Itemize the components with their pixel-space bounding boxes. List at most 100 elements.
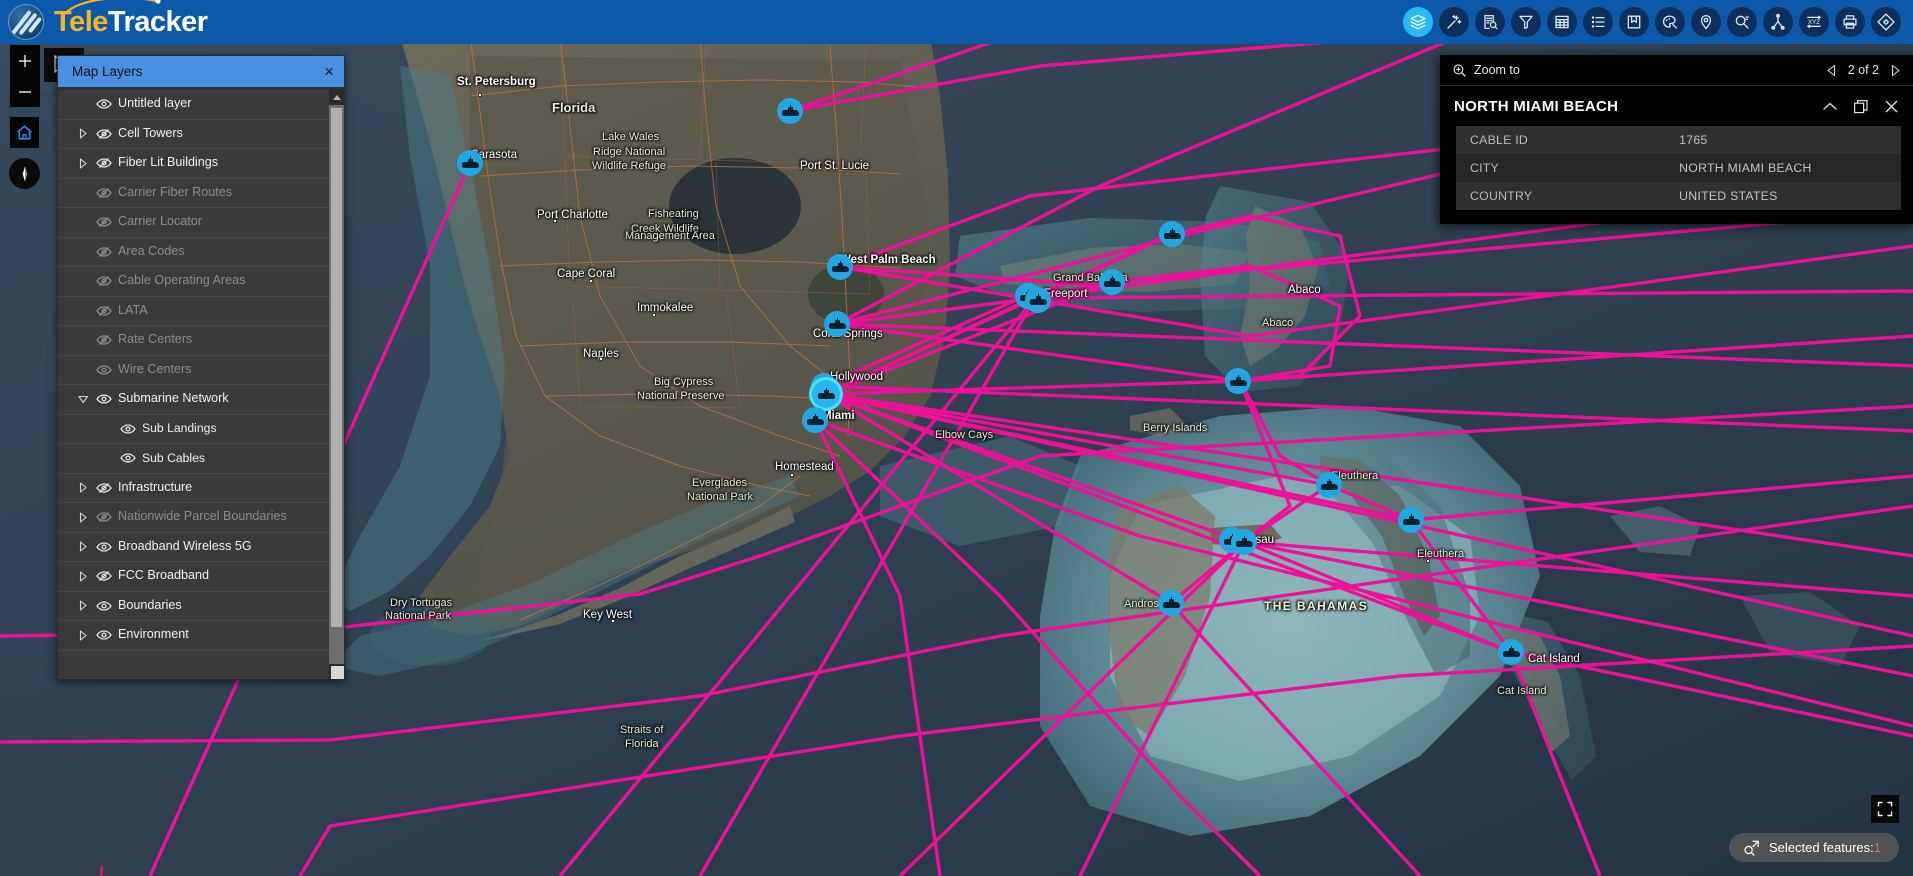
cable-landing-marker[interactable] bbox=[1498, 639, 1524, 665]
cable-landing-marker[interactable] bbox=[1158, 590, 1184, 616]
layer-list-scrollbar[interactable] bbox=[329, 90, 344, 679]
eye-visible-icon[interactable] bbox=[95, 600, 112, 612]
layer-item-sub-cables[interactable]: Sub Cables bbox=[58, 444, 329, 474]
layer-item-fcc-broadband[interactable]: FCC Broadband bbox=[58, 562, 329, 592]
sparkle-icon[interactable] bbox=[1439, 7, 1469, 37]
close-icon[interactable] bbox=[1884, 99, 1899, 114]
layer-expand-caret[interactable] bbox=[78, 541, 89, 552]
xyz-coordinates-icon[interactable]: XYZ bbox=[1799, 7, 1829, 37]
cable-landing-marker[interactable] bbox=[1231, 529, 1257, 555]
compass-button[interactable] bbox=[9, 158, 40, 189]
eye-hidden-icon[interactable] bbox=[95, 128, 112, 140]
layer-item-fiber-lit-buildings[interactable]: Fiber Lit Buildings bbox=[58, 149, 329, 179]
layer-item-infrastructure[interactable]: Infrastructure bbox=[58, 474, 329, 503]
layer-list[interactable]: Untitled layer Cell Towers Fiber Lit Build… bbox=[58, 90, 329, 679]
scroll-up-button[interactable] bbox=[329, 90, 344, 105]
layer-expand-caret[interactable] bbox=[78, 158, 89, 169]
eye-hidden-icon[interactable] bbox=[95, 246, 112, 258]
layer-expand-caret[interactable] bbox=[78, 600, 89, 611]
basemap-icon[interactable] bbox=[1871, 7, 1901, 37]
eye-visible-icon[interactable] bbox=[95, 629, 112, 641]
search-icon[interactable] bbox=[1727, 7, 1757, 37]
bookmark-icon[interactable] bbox=[1619, 7, 1649, 37]
expand-view-button[interactable] bbox=[1871, 795, 1899, 823]
cable-landing-marker[interactable] bbox=[457, 150, 483, 176]
cable-landing-marker[interactable] bbox=[1316, 472, 1342, 498]
eye-hidden-icon[interactable] bbox=[95, 482, 112, 494]
list-icon[interactable] bbox=[1583, 7, 1613, 37]
zoom-to-button[interactable]: Zoom to bbox=[1452, 63, 1520, 78]
next-feature-button[interactable] bbox=[1890, 64, 1901, 77]
eye-hidden-icon[interactable] bbox=[95, 511, 112, 523]
cable-landing-marker[interactable] bbox=[1159, 221, 1185, 247]
layer-item-broadband-wireless-5g[interactable]: Broadband Wireless 5G bbox=[58, 533, 329, 562]
cable-landing-marker[interactable] bbox=[1398, 507, 1424, 533]
cable-landing-marker[interactable] bbox=[824, 311, 850, 337]
brand-logo[interactable]: TeleTracker bbox=[0, 0, 208, 42]
layer-item-rate-centers[interactable]: Rate Centers bbox=[58, 326, 329, 356]
layer-item-cable-operating-areas[interactable]: Cable Operating Areas bbox=[58, 267, 329, 297]
cable-landing-marker[interactable] bbox=[777, 98, 803, 124]
cable-landing-marker[interactable] bbox=[1099, 269, 1125, 295]
eye-hidden-icon[interactable] bbox=[95, 275, 112, 287]
dock-window-icon[interactable] bbox=[1853, 99, 1869, 115]
eye-hidden-icon[interactable] bbox=[95, 570, 112, 582]
eye-hidden-icon[interactable] bbox=[95, 334, 112, 346]
measure-icon[interactable] bbox=[1763, 7, 1793, 37]
eye-visible-icon[interactable] bbox=[95, 98, 112, 110]
panel-resize-handle[interactable] bbox=[331, 666, 344, 679]
layer-expand-caret[interactable] bbox=[78, 395, 89, 404]
palette-icon[interactable] bbox=[1655, 7, 1685, 37]
collapse-icon[interactable] bbox=[1822, 101, 1838, 112]
map-layers-body: Untitled layer Cell Towers Fiber Lit Build… bbox=[58, 87, 344, 679]
layer-item-cell-towers[interactable]: Cell Towers bbox=[58, 120, 329, 149]
layer-expand-caret[interactable] bbox=[78, 482, 89, 493]
eye-visible-icon[interactable] bbox=[119, 423, 136, 435]
eye-visible-icon[interactable] bbox=[95, 364, 112, 376]
layer-item-nationwide-parcel-boundaries[interactable]: Nationwide Parcel Boundaries bbox=[58, 503, 329, 533]
layer-item-carrier-fiber-routes[interactable]: Carrier Fiber Routes bbox=[58, 179, 329, 208]
cable-landing-marker[interactable] bbox=[1025, 287, 1051, 313]
layer-expand-caret[interactable] bbox=[78, 630, 89, 641]
submarine-icon bbox=[461, 156, 479, 168]
layer-item-untitled-layer[interactable]: Untitled layer bbox=[58, 90, 329, 120]
home-extent-button[interactable] bbox=[10, 117, 39, 148]
eye-hidden-icon[interactable] bbox=[95, 157, 112, 169]
cable-landing-marker-selected[interactable] bbox=[812, 380, 840, 408]
document-search-icon[interactable] bbox=[1475, 7, 1505, 37]
layer-expand-caret[interactable] bbox=[78, 512, 89, 523]
layer-item-environment[interactable]: Environment bbox=[58, 621, 329, 651]
zoom-out-button[interactable] bbox=[10, 76, 39, 107]
layer-item-label: Cable Operating Areas bbox=[118, 273, 246, 288]
selected-features-badge[interactable]: Selected features:1 bbox=[1728, 833, 1899, 862]
layer-item-boundaries[interactable]: Boundaries bbox=[58, 592, 329, 621]
layer-item-carrier-locator[interactable]: Carrier Locator bbox=[58, 208, 329, 238]
cable-landing-marker[interactable] bbox=[827, 254, 853, 280]
eye-hidden-icon[interactable] bbox=[95, 305, 112, 317]
eye-visible-icon[interactable] bbox=[119, 452, 136, 464]
table-icon[interactable] bbox=[1547, 7, 1577, 37]
layers-icon[interactable] bbox=[1403, 7, 1433, 37]
eye-hidden-icon[interactable] bbox=[95, 216, 112, 228]
pin-icon[interactable] bbox=[1691, 7, 1721, 37]
scrollbar-thumb[interactable] bbox=[331, 108, 342, 627]
map-layers-panel: Map Layers × Untitled layer Cell Towers Fi… bbox=[57, 55, 345, 680]
layer-expand-caret[interactable] bbox=[78, 571, 89, 582]
layer-item-submarine-network[interactable]: Submarine Network bbox=[58, 385, 329, 415]
previous-feature-button[interactable] bbox=[1826, 64, 1837, 77]
zoom-in-button[interactable] bbox=[10, 45, 39, 76]
layer-item-wire-centers[interactable]: Wire Centers bbox=[58, 356, 329, 385]
layer-item-area-codes[interactable]: Area Codes bbox=[58, 238, 329, 267]
close-icon[interactable]: × bbox=[324, 63, 334, 80]
eye-hidden-icon[interactable] bbox=[95, 187, 112, 199]
layer-item-lata[interactable]: LATA bbox=[58, 297, 329, 326]
layer-expand-caret[interactable] bbox=[78, 128, 89, 139]
layer-item-sub-landings[interactable]: Sub Landings bbox=[58, 415, 329, 444]
cable-landing-marker[interactable] bbox=[802, 407, 828, 433]
eye-visible-icon[interactable] bbox=[95, 541, 112, 553]
eye-visible-icon[interactable] bbox=[95, 393, 112, 405]
cable-landing-marker[interactable] bbox=[1225, 368, 1251, 394]
filter-icon[interactable] bbox=[1511, 7, 1541, 37]
print-icon[interactable] bbox=[1835, 7, 1865, 37]
submarine-icon bbox=[1320, 478, 1338, 490]
